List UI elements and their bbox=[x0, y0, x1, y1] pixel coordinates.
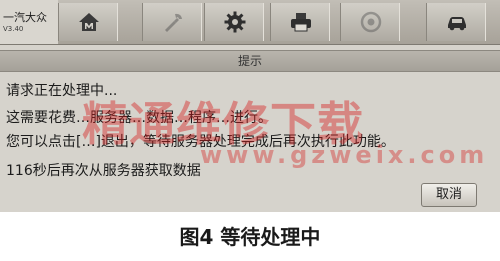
settings-button[interactable] bbox=[204, 3, 264, 41]
brand-block: 一汽大众 V3.40 bbox=[0, 0, 58, 44]
home-icon bbox=[79, 13, 99, 31]
vehicle-button[interactable] bbox=[426, 3, 486, 41]
printer-icon bbox=[291, 13, 311, 32]
help-button[interactable] bbox=[340, 3, 400, 41]
help-icon bbox=[360, 11, 382, 33]
countdown-message: 116秒后再次从服务器获取数据 bbox=[6, 163, 201, 179]
dialog-title: 提示 bbox=[0, 50, 500, 72]
version-label: V3.40 bbox=[3, 25, 24, 33]
diagnostic-screen: 一汽大众 V3.40 提示 请求正在处理中... 这需要花费…服务器…数据…程序… bbox=[0, 0, 500, 212]
watermark-url: www.gzweix.com bbox=[200, 141, 489, 169]
figure-caption: 图4 等待处理中 bbox=[179, 225, 321, 249]
tools-icon bbox=[165, 13, 182, 32]
print-button[interactable] bbox=[270, 3, 330, 41]
home-button[interactable] bbox=[58, 3, 118, 41]
cancel-button[interactable]: 取消 bbox=[421, 183, 477, 207]
car-icon bbox=[448, 17, 466, 31]
brand-name: 一汽大众 bbox=[3, 11, 47, 24]
toolbar: 一汽大众 V3.40 bbox=[0, 0, 500, 45]
gear-icon bbox=[224, 11, 246, 33]
tools-button[interactable] bbox=[142, 3, 202, 41]
